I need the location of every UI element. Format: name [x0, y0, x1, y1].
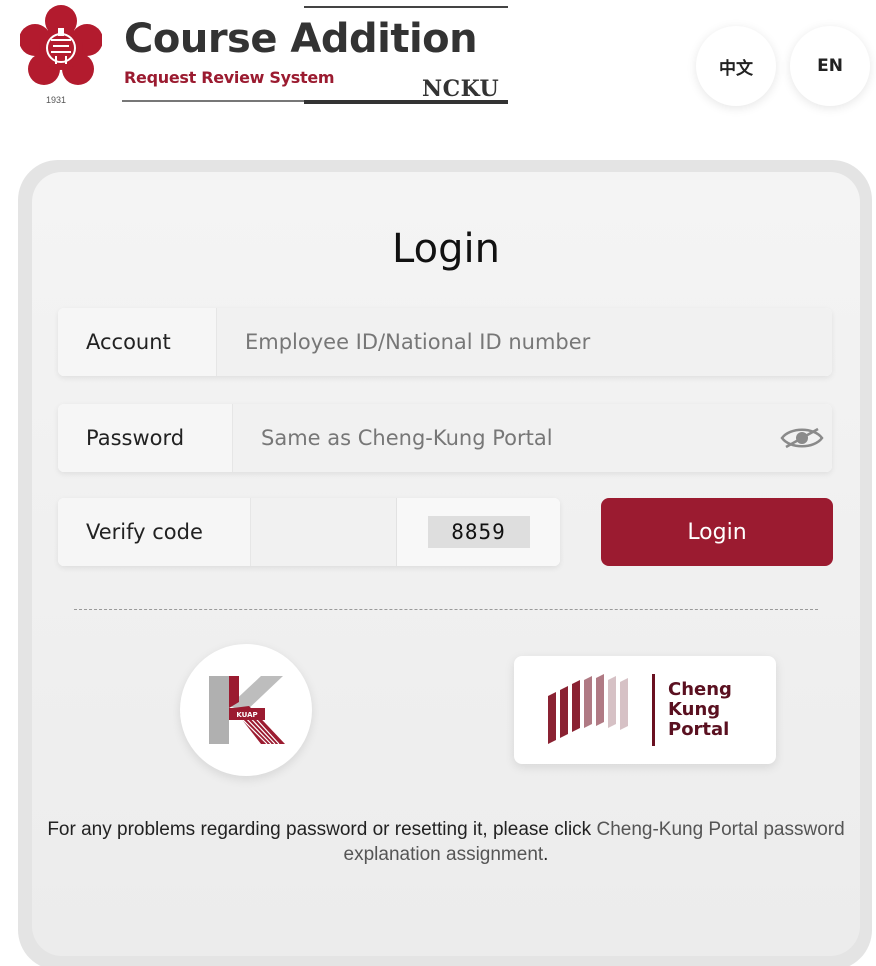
ncku-emblem-icon — [19, 4, 103, 104]
help-message: For any problems regarding password or r… — [47, 819, 597, 840]
brand-title: Course Addition — [124, 16, 478, 62]
lang-zh-button[interactable]: 中文 — [696, 26, 776, 106]
login-title: Login — [392, 226, 500, 272]
portal-label-line2: Kung — [668, 699, 721, 720]
verify-label: Verify code — [58, 498, 250, 566]
cheng-kung-portal-button[interactable]: Cheng Kung Portal — [514, 656, 776, 764]
account-label: Account — [58, 308, 216, 376]
brand-ncku: NCKU — [422, 76, 500, 102]
brand-rule-thin — [122, 100, 304, 102]
login-button[interactable]: Login — [601, 498, 833, 566]
brand-top-rule — [304, 6, 508, 8]
portal-label-line3: Portal — [668, 719, 730, 740]
brand-subtitle: Request Review System — [124, 68, 335, 87]
kuap-logo-icon: KUAP — [209, 676, 285, 745]
password-input[interactable]: Same as Cheng-Kung Portal — [232, 404, 772, 472]
kuap-label: KUAP — [236, 711, 257, 719]
portal-logo-icon — [548, 674, 628, 744]
help-suffix: . — [543, 844, 549, 865]
brand-rule-thick — [304, 100, 508, 104]
kuap-login-button[interactable]: KUAP — [180, 644, 312, 776]
brand-logo: Course Addition Request Review System NC… — [122, 6, 510, 106]
password-field: Password Same as Cheng-Kung Portal — [58, 404, 832, 472]
verify-field: Verify code 8859 — [58, 498, 560, 566]
portal-divider — [652, 674, 655, 746]
verify-input[interactable] — [250, 498, 396, 566]
captcha-image[interactable]: 8859 — [427, 516, 530, 548]
captcha-area[interactable]: 8859 — [396, 498, 560, 566]
portal-label-line1: Cheng — [668, 679, 732, 700]
help-text: For any problems regarding password or r… — [40, 817, 852, 867]
account-input[interactable]: Employee ID/National ID number — [216, 308, 832, 376]
divider — [74, 609, 818, 610]
logo-year: 1931 — [46, 95, 67, 105]
lang-en-button[interactable]: EN — [790, 26, 870, 106]
account-field: Account Employee ID/National ID number — [58, 308, 832, 376]
portal-label: Cheng Kung Portal — [668, 680, 732, 740]
eye-icon[interactable] — [772, 404, 832, 472]
password-label: Password — [58, 404, 232, 472]
